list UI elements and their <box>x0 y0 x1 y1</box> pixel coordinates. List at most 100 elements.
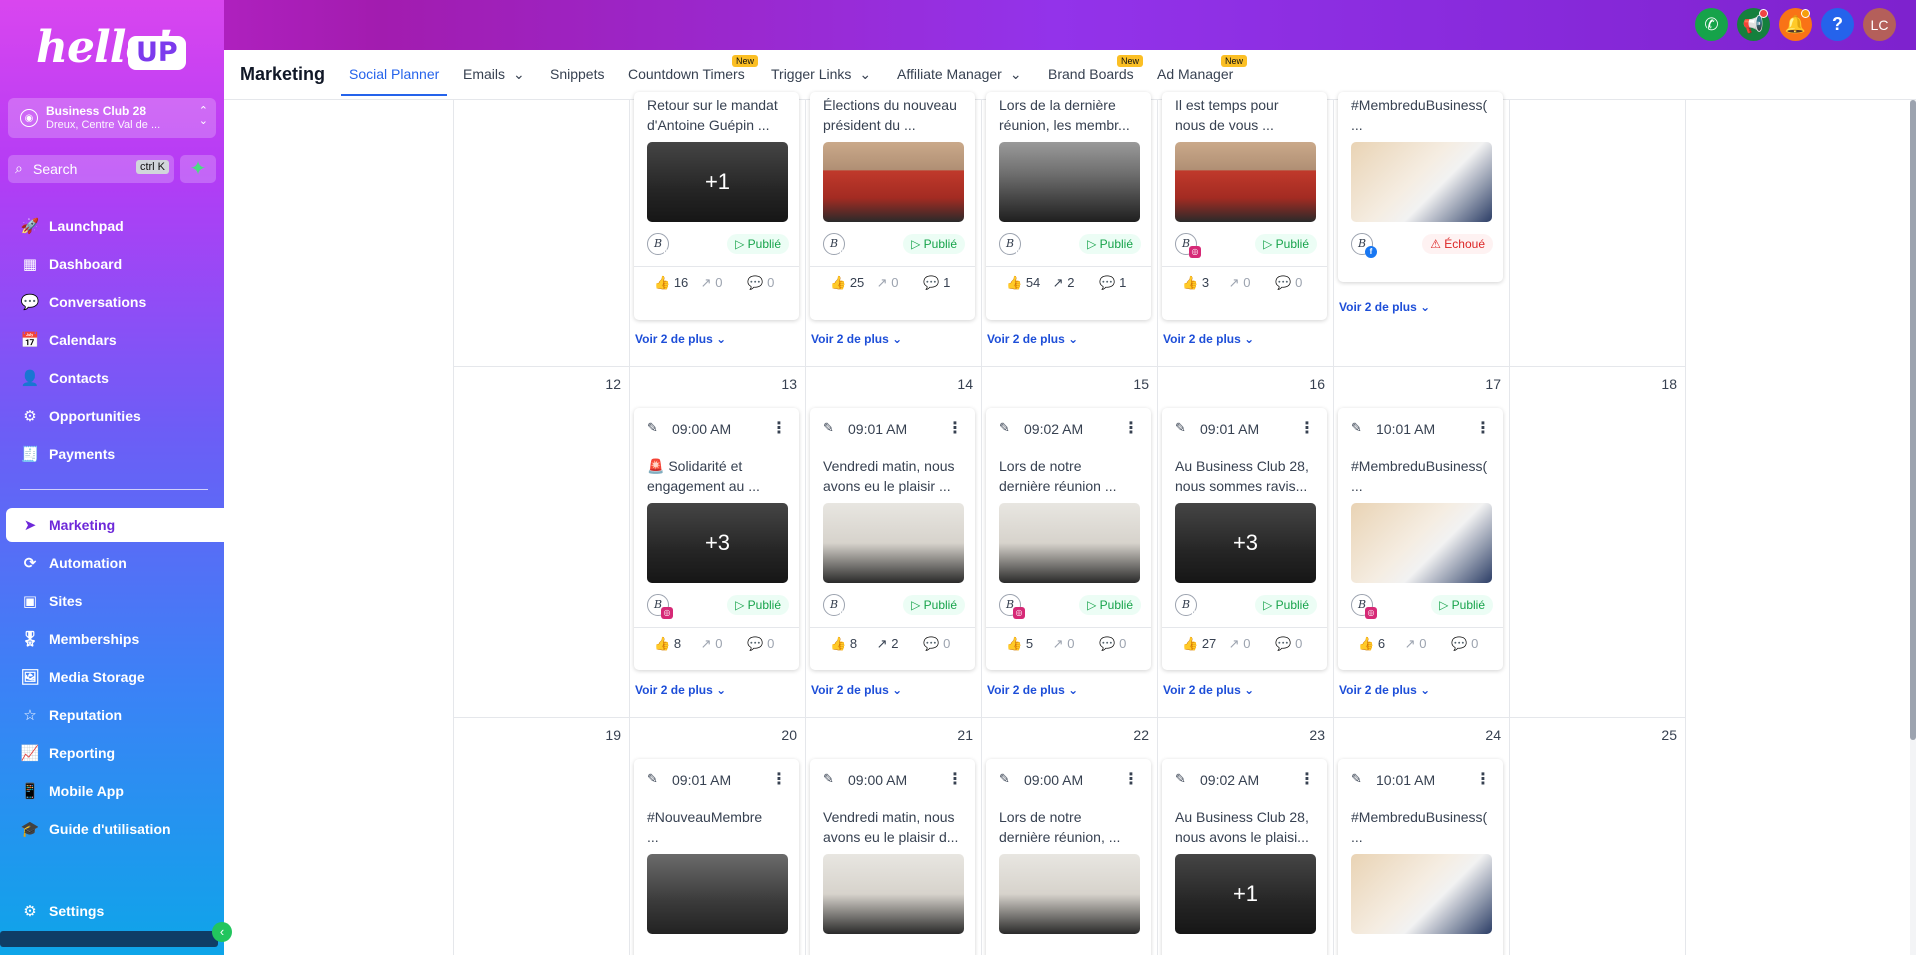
tab-brand-boards[interactable]: Brand Boards <box>1048 66 1134 82</box>
more-options-icon[interactable]: ⋮ <box>947 769 963 789</box>
social-planner-calendar: 12 13 14 15 16 17 18 19 20 21 22 23 24 25 Retour sur l… <box>453 92 1686 955</box>
chevron-down-icon: ⌄ <box>1416 683 1431 697</box>
sidebar-item-payments[interactable]: 🧾 Payments <box>0 437 224 471</box>
bell-icon[interactable]: 🔔 <box>1779 8 1812 41</box>
tab-social-planner[interactable]: Social Planner <box>349 66 439 82</box>
more-options-icon[interactable]: ⋮ <box>771 769 787 789</box>
more-options-icon[interactable]: ⋮ <box>1475 418 1491 438</box>
search-box[interactable]: ⌕ Search ctrl K <box>8 155 174 183</box>
post-image[interactable] <box>823 503 964 583</box>
more-options-icon[interactable]: ⋮ <box>1475 769 1491 789</box>
status-badge: ▷ Publié <box>903 234 965 254</box>
account-switcher[interactable]: ◉ Business Club 28 Dreux, Centre Val de … <box>8 98 216 138</box>
likes-value: 16 <box>673 275 689 290</box>
quick-add-button[interactable]: ✦ <box>180 155 216 183</box>
voir-plus-link[interactable]: Voir 2 de plus ⌄ <box>635 332 726 346</box>
post-text: Élections du nouveau <box>823 97 957 113</box>
tab-emails[interactable]: Emails ⌄ <box>463 66 525 83</box>
post-image[interactable] <box>1351 854 1492 934</box>
tab-affiliate-manager[interactable]: Affiliate Manager ⌄ <box>897 66 1022 83</box>
sidebar-item-sites[interactable]: ▣ Sites <box>0 584 224 618</box>
sidebar-item-media-storage[interactable]: 🖼 Media Storage <box>0 660 224 694</box>
gear-icon: ⚙ <box>23 903 37 920</box>
post-image[interactable] <box>999 503 1140 583</box>
sidebar-item-calendars[interactable]: 📅 Calendars <box>0 323 224 357</box>
post-image[interactable]: +1 <box>647 142 788 222</box>
more-options-icon[interactable]: ⋮ <box>771 418 787 438</box>
post-card[interactable]: ✎ 10:01 AM ⋮ #MembreduBusiness(... B ◎ ▷ Publi… <box>1338 408 1503 670</box>
voir-plus-link[interactable]: Voir 2 de plus ⌄ <box>811 683 902 697</box>
voir-plus-link[interactable]: Voir 2 de plus ⌄ <box>1339 300 1430 314</box>
post-image[interactable] <box>1175 142 1316 222</box>
post-image[interactable]: +1 <box>1175 854 1316 934</box>
post-image[interactable] <box>647 854 788 934</box>
post-image[interactable] <box>999 854 1140 934</box>
post-image[interactable] <box>823 142 964 222</box>
sidebar-item-contacts[interactable]: 👤 Contacts <box>0 361 224 395</box>
tab-countdown-timers[interactable]: Countdown Timers <box>628 66 745 82</box>
post-card[interactable]: ✎ 09:02 AM ⋮ Au Business Club 28, nous avons… <box>1162 759 1327 955</box>
status-label: Publié <box>923 598 957 612</box>
post-card[interactable]: ✎ 09:00 AM ⋮ Lors de notre dernière réunion,… <box>986 759 1151 955</box>
post-card[interactable]: ✎ 10:01 AM ⋮ #MembreduBusiness(... <box>1338 759 1503 955</box>
post-image[interactable] <box>999 142 1140 222</box>
sidebar-item-marketing[interactable]: ➤ Marketing <box>6 508 224 542</box>
share-icon: ↗ <box>876 636 892 651</box>
more-images-overlay: +1 <box>1175 854 1316 934</box>
post-card[interactable]: ✎ 09:02 AM ⋮ Lors de notre dernière réunion … <box>986 408 1151 670</box>
post-image[interactable] <box>1351 142 1492 222</box>
phone-icon[interactable]: ✆ <box>1695 8 1728 41</box>
more-options-icon[interactable]: ⋮ <box>1299 769 1315 789</box>
sidebar-item-reporting[interactable]: 📈 Reporting <box>0 736 224 770</box>
post-card[interactable]: #MembreduBusiness(... Bf ⚠ Échoué <box>1338 92 1503 282</box>
user-avatar[interactable]: LC <box>1863 8 1896 41</box>
post-card[interactable]: Il est temps pour nous de vous ... B ◎ ▷ Pub… <box>1162 92 1327 320</box>
sidebar-item-reputation[interactable]: ☆ Reputation <box>0 698 224 732</box>
megaphone-icon[interactable]: 📢 <box>1737 8 1770 41</box>
voir-plus-link[interactable]: Voir 2 de plus ⌄ <box>1339 683 1430 697</box>
more-options-icon[interactable]: ⋮ <box>1123 418 1139 438</box>
tab-snippets[interactable]: Snippets <box>550 66 604 82</box>
scrollbar-thumb[interactable] <box>1910 100 1916 740</box>
post-image[interactable] <box>1351 503 1492 583</box>
likes-count: 👍 8 <box>654 636 701 652</box>
post-card[interactable]: ✎ 09:01 AM ⋮ #NouveauMembre... <box>634 759 799 955</box>
sidebar-item-opportunities[interactable]: ⚙ Opportunities <box>0 399 224 433</box>
post-card[interactable]: ✎ 09:01 AM ⋮ Au Business Club 28, nous somme… <box>1162 408 1327 670</box>
tab-trigger-links[interactable]: Trigger Links ⌄ <box>771 66 871 83</box>
voir-plus-link[interactable]: Voir 2 de plus ⌄ <box>1163 332 1254 346</box>
post-image[interactable]: +3 <box>1175 503 1316 583</box>
sidebar-item-memberships[interactable]: 🎖 Memberships <box>0 622 224 656</box>
post-image[interactable] <box>823 854 964 934</box>
post-card[interactable]: ✎ 09:00 AM ⋮ 🚨 Solidarité et engagement au .… <box>634 408 799 670</box>
post-image[interactable]: +3 <box>647 503 788 583</box>
tab-ad-manager[interactable]: Ad Manager <box>1157 66 1233 82</box>
chevron-updown-icon: ⌃ ⌄ <box>198 105 208 127</box>
voir-plus-link[interactable]: Voir 2 de plus ⌄ <box>987 332 1078 346</box>
post-card[interactable]: Retour sur le mandat d'Antoine Guépin ...… <box>634 92 799 320</box>
post-card[interactable]: ✎ 09:00 AM ⋮ Vendredi matin, nous avons eu l… <box>810 759 975 955</box>
scheduled-icon: ✎ <box>647 420 658 435</box>
sidebar-item-automation[interactable]: ⟳ Automation <box>0 546 224 580</box>
post-card[interactable]: Lors de la dernière réunion, les membr...… <box>986 92 1151 320</box>
more-options-icon[interactable]: ⋮ <box>1299 418 1315 438</box>
collapse-sidebar-button[interactable]: ‹ <box>212 922 232 942</box>
sidebar-item-settings[interactable]: ⚙ Settings <box>0 894 224 928</box>
sidebar-item-guide-d-utilisation[interactable]: 🎓 Guide d'utilisation <box>0 812 224 846</box>
day-number: 19 <box>605 727 621 743</box>
post-card[interactable]: Élections du nouveau président du ... Bin ▷… <box>810 92 975 320</box>
sidebar-item-launchpad[interactable]: 🚀 Launchpad <box>0 209 224 243</box>
more-options-icon[interactable]: ⋮ <box>947 418 963 438</box>
voir-plus-link[interactable]: Voir 2 de plus ⌄ <box>1163 683 1254 697</box>
sidebar-item-conversations[interactable]: 💬 Conversations <box>0 285 224 319</box>
post-card[interactable]: ✎ 09:01 AM ⋮ Vendredi matin, nous avons eu l… <box>810 408 975 670</box>
status-badge: ▷ Publié <box>1431 595 1493 615</box>
more-options-icon[interactable]: ⋮ <box>1123 769 1139 789</box>
sidebar-item-mobile-app[interactable]: 📱 Mobile App <box>0 774 224 808</box>
help-icon[interactable]: ? <box>1821 8 1854 41</box>
voir-plus-link[interactable]: Voir 2 de plus ⌄ <box>987 683 1078 697</box>
day-number: 22 <box>1133 727 1149 743</box>
sidebar-item-dashboard[interactable]: ▦ Dashboard <box>0 247 224 281</box>
voir-plus-link[interactable]: Voir 2 de plus ⌄ <box>635 683 726 697</box>
voir-plus-link[interactable]: Voir 2 de plus ⌄ <box>811 332 902 346</box>
